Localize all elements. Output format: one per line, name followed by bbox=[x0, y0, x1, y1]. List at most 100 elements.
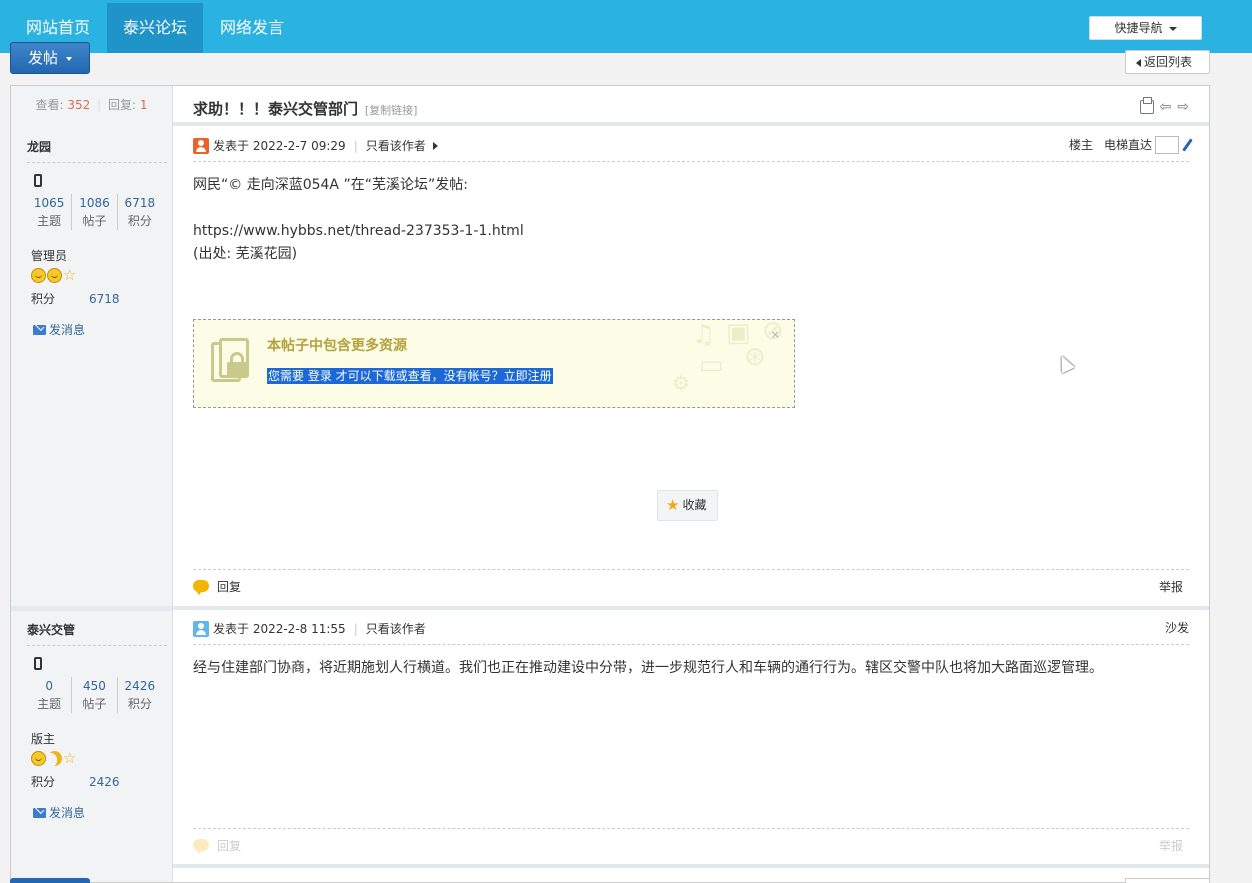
floor-label: 沙发 bbox=[1164, 621, 1189, 635]
stat-posts[interactable]: 1086 帖子 bbox=[71, 194, 116, 230]
chevron-down-icon bbox=[1168, 26, 1177, 31]
divider bbox=[27, 645, 167, 646]
reply-bubble-icon[interactable] bbox=[193, 839, 209, 854]
print-icon[interactable] bbox=[1139, 97, 1154, 114]
stat-posts[interactable]: 450 帖子 bbox=[71, 677, 116, 713]
back-to-list-button[interactable]: 返回列表 bbox=[1125, 50, 1210, 74]
locked-title: 本帖子中包含更多资源 bbox=[267, 338, 407, 354]
stat-value: 0 bbox=[45, 679, 53, 693]
replies-count: 1 bbox=[139, 98, 148, 112]
nav-forum[interactable]: 泰兴论坛 bbox=[107, 3, 204, 53]
post-line-blank bbox=[193, 197, 524, 220]
floor-jump-input[interactable] bbox=[1155, 136, 1179, 154]
chevron-down-icon bbox=[66, 56, 73, 61]
only-author-link[interactable]: 只看该作者 bbox=[366, 620, 426, 638]
stat-points[interactable]: 6718 积分 bbox=[116, 194, 162, 230]
thread-container: 查看: 352 | 回复: 1 龙园 1065 主题 1086 帖子 6718 积分 … bbox=[10, 85, 1210, 883]
author-role[interactable]: 版主 bbox=[31, 730, 55, 747]
divider bbox=[193, 828, 1189, 829]
author-name[interactable]: 龙园 bbox=[27, 138, 51, 155]
stat-label: 积分 bbox=[127, 697, 152, 711]
author-stats: 1065 主题 1086 帖子 6718 积分 bbox=[27, 194, 162, 230]
divider bbox=[193, 569, 1189, 570]
stat-value: 6718 bbox=[124, 196, 156, 210]
back-to-list-label: 返回列表 bbox=[1144, 55, 1193, 69]
sun-icon bbox=[31, 751, 46, 766]
next-thread-icon[interactable]: ⇨ bbox=[1177, 100, 1189, 114]
report-link[interactable]: 举报 bbox=[1159, 836, 1183, 856]
envelope-icon bbox=[33, 325, 46, 335]
star-icon: ★ bbox=[666, 496, 680, 514]
jump-label: 电梯直达 bbox=[1103, 138, 1152, 152]
nav-speech[interactable]: 网络发言 bbox=[204, 3, 300, 53]
play-arrow-icon[interactable] bbox=[432, 142, 438, 150]
film-reel-icon: ⊛ bbox=[744, 342, 766, 372]
post-body: 网民“© 走向深蓝054A ”在“芜溪论坛”发帖: https://www.hy… bbox=[193, 174, 524, 266]
top-nav-bar: 网站首页 泰兴论坛 网络发言 快捷导航 bbox=[0, 0, 1252, 53]
divider bbox=[173, 122, 1209, 126]
author-sidebar: 查看: 352 | 回复: 1 龙园 1065 主题 1086 帖子 6718 积分 … bbox=[11, 86, 173, 882]
favorite-button[interactable]: ★ 收藏 bbox=[657, 490, 718, 521]
stat-value: 450 bbox=[83, 679, 106, 693]
new-post-label: 发帖 bbox=[28, 49, 59, 67]
post-floor-tools: 楼主 电梯直达 bbox=[1069, 136, 1193, 154]
user-avatar-icon[interactable] bbox=[193, 621, 209, 637]
previous-thread-icon[interactable]: ⇦ bbox=[1160, 100, 1172, 114]
post-separator bbox=[173, 864, 1209, 868]
reply-link[interactable]: 回复 bbox=[217, 839, 241, 853]
author-score: 积分 6718 bbox=[31, 290, 120, 307]
author-role[interactable]: 管理员 bbox=[31, 247, 67, 264]
stat-points[interactable]: 2426 积分 bbox=[116, 677, 162, 713]
close-icon[interactable]: × bbox=[771, 328, 780, 341]
reply-bubble-icon[interactable] bbox=[193, 580, 209, 595]
post-time: 发表于 2022-2-7 09:29 bbox=[213, 139, 346, 153]
report-link[interactable]: 举报 bbox=[1159, 577, 1183, 597]
locked-file-icon bbox=[211, 338, 251, 384]
stat-label: 帖子 bbox=[82, 214, 107, 228]
reply-link[interactable]: 回复 bbox=[217, 580, 241, 594]
stat-threads[interactable]: 1065 主题 bbox=[27, 194, 71, 230]
mobile-phone-icon bbox=[34, 657, 42, 670]
favorite-label: 收藏 bbox=[682, 498, 707, 512]
send-message-label: 发消息 bbox=[49, 323, 86, 337]
stat-label: 主题 bbox=[37, 697, 62, 711]
post-link[interactable]: https://www.hybbs.net/thread-237353-1-1.… bbox=[193, 220, 524, 243]
new-post-button[interactable]: 发帖 bbox=[10, 42, 90, 74]
new-post-button-bottom[interactable] bbox=[10, 878, 90, 883]
only-author-link[interactable]: 只看该作者 bbox=[366, 137, 426, 155]
score-label: 积分 bbox=[31, 775, 56, 789]
post-footer: 回复 举报 bbox=[193, 577, 1189, 597]
send-message-link[interactable]: 发消息 bbox=[33, 321, 85, 338]
replies-label: 回复: bbox=[107, 98, 137, 112]
music-note-icon: ♫ bbox=[692, 320, 716, 350]
divider bbox=[193, 644, 1189, 645]
pen-icon[interactable] bbox=[1182, 138, 1193, 152]
copy-link[interactable]: [复制链接] bbox=[365, 104, 418, 117]
arrow-left-icon bbox=[1136, 58, 1141, 67]
envelope-icon bbox=[33, 808, 46, 818]
posts-content: 求助！！！泰兴交管部门 [复制链接] ⇦ ⇨ 发表于 2022-2-7 09:2… bbox=[173, 86, 1209, 882]
user-avatar-icon[interactable] bbox=[193, 138, 209, 154]
stat-threads[interactable]: 0 主题 bbox=[27, 677, 71, 713]
post-body: 经与住建部门协商，将近期施划人行横道。我们也正在推动建设中分带，进一步规范行人和… bbox=[193, 657, 1103, 680]
sun-icon bbox=[31, 268, 46, 283]
post-meta: 发表于 2022-2-7 09:29 | 只看该作者 bbox=[193, 137, 438, 155]
rank-badges: ☆ bbox=[31, 268, 76, 283]
mobile-phone-icon bbox=[34, 174, 42, 187]
author-name[interactable]: 泰兴交管 bbox=[27, 621, 75, 638]
gear-icon: ⚙ bbox=[672, 371, 690, 395]
stat-value: 1086 bbox=[79, 196, 110, 210]
send-message-label: 发消息 bbox=[49, 806, 86, 820]
stat-value: 2426 bbox=[124, 679, 156, 693]
stat-label: 主题 bbox=[37, 214, 62, 228]
post-time: 发表于 2022-2-8 11:55 bbox=[213, 622, 346, 636]
back-to-list-button-bottom[interactable] bbox=[1125, 878, 1210, 883]
send-message-link[interactable]: 发消息 bbox=[33, 804, 85, 821]
quick-nav-button[interactable]: 快捷导航 bbox=[1089, 16, 1202, 40]
post-separator bbox=[11, 606, 172, 611]
post-line: (出处: 芜溪花园) bbox=[193, 246, 298, 262]
login-register-prompt[interactable]: 您需要 登录 才可以下载或查看，没有帐号？立即注册 bbox=[267, 368, 553, 384]
meta-separator: | bbox=[353, 622, 358, 636]
stat-label: 帖子 bbox=[82, 697, 107, 711]
lock-body bbox=[227, 362, 247, 378]
